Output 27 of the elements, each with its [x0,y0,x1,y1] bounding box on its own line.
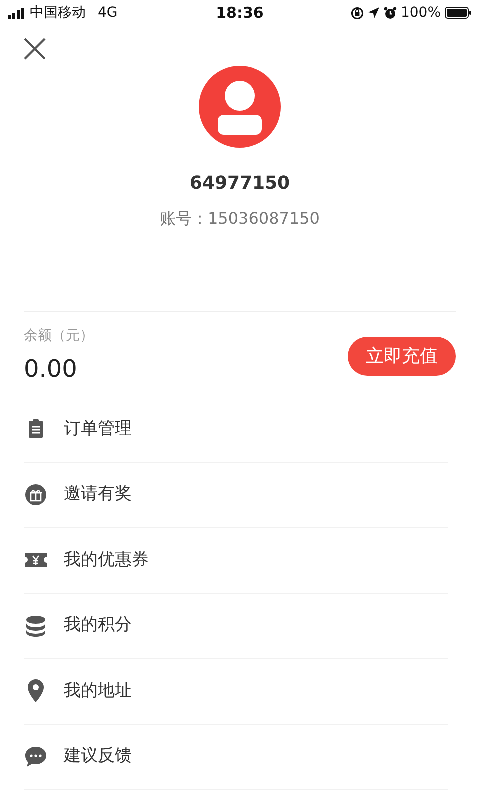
balance-label: 余额（元） [24,327,94,346]
user-id: 64977150 [190,172,290,196]
close-button[interactable] [22,36,48,62]
menu-item[interactable]: 我的积分 [64,613,132,638]
clipboard-icon [26,419,46,440]
account-number: 账号：15036087150 [160,208,320,230]
battery-icon [445,7,472,19]
signal-icon [8,8,26,18]
alarm-icon [384,6,397,20]
carrier-name: 中国移动 [30,4,86,22]
rotation-lock-icon [350,6,364,20]
gift-icon [25,484,47,506]
menu-item[interactable]: 建议反馈 [64,744,132,770]
balance-amount: 0.00 [24,354,78,385]
status-time: 18:36 [216,4,264,22]
menu-item[interactable]: 邀请有奖 [64,482,132,508]
ticket-icon [24,551,48,570]
menu-item[interactable]: 我的优惠券 [64,548,149,573]
menu-item[interactable]: 订单管理 [64,416,132,442]
chat-bubble-icon [25,746,47,768]
coins-icon [25,614,47,637]
network-type: 4G [98,4,118,22]
location-pin-icon [27,679,45,704]
location-arrow-icon [368,7,380,19]
menu-item[interactable]: 我的地址 [64,678,132,704]
battery-percent: 100% [400,4,441,22]
recharge-button[interactable]: 立即充值 [348,337,456,376]
